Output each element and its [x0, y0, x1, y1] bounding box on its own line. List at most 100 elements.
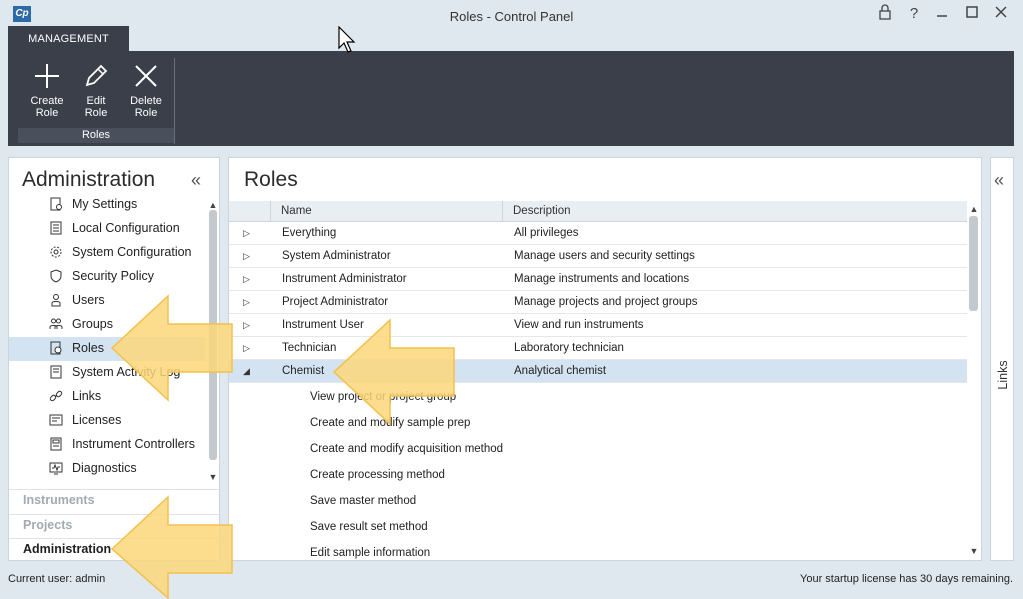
role-icon — [49, 341, 63, 355]
table-row[interactable]: ▷ System Administrator Manage users and … — [229, 245, 967, 268]
ribbon-group-separator — [174, 58, 175, 144]
scroll-down-icon[interactable]: ▼ — [207, 472, 219, 482]
x-icon — [135, 65, 157, 87]
expand-icon[interactable]: ▷ — [243, 245, 253, 268]
ribbon: Create Role Edit Role Delete Role Roles — [8, 51, 1014, 146]
role-name: Instrument Administrator — [282, 273, 407, 285]
double-chevron-left-icon[interactable]: « — [994, 170, 1004, 191]
sidebar-item-my-settings[interactable]: My Settings — [9, 193, 205, 217]
sidebar-item-system-configuration[interactable]: System Configuration — [9, 241, 205, 265]
role-description: Manage users and security settings — [514, 250, 695, 262]
diagnostics-icon — [49, 461, 63, 475]
sidebar-item-label: Groups — [72, 317, 113, 331]
collapse-icon[interactable]: ◢ — [243, 360, 253, 383]
sidebar-item-label: Licenses — [72, 413, 122, 427]
sidebar-item-licenses[interactable]: Licenses — [9, 409, 205, 433]
scroll-up-icon[interactable]: ▲ — [207, 200, 219, 210]
close-icon[interactable] — [989, 4, 1013, 24]
license-icon — [49, 413, 63, 427]
role-description: Analytical chemist — [514, 365, 607, 377]
page-title: Roles — [244, 168, 298, 191]
expand-icon[interactable]: ▷ — [243, 291, 253, 314]
table-row[interactable]: ▷ Project Administrator Manage projects … — [229, 291, 967, 314]
column-header-name[interactable]: Name — [281, 201, 312, 222]
role-name: Technician — [282, 342, 337, 354]
links-panel[interactable]: « Links — [990, 157, 1014, 561]
edit-role-button[interactable]: Edit Role — [73, 59, 119, 123]
role-description: Manage projects and project groups — [514, 296, 698, 308]
sidebar-item-label: Instrument Controllers — [72, 437, 195, 451]
settings-doc-icon — [49, 197, 63, 211]
sidebar-item-label: Diagnostics — [72, 461, 137, 475]
mouse-cursor-icon — [338, 26, 356, 53]
sidebar-item-local-configuration[interactable]: Local Configuration — [9, 217, 205, 241]
plus-icon — [35, 64, 59, 88]
highlight-arrow-icon — [110, 294, 233, 402]
sidebar-item-label: Users — [72, 293, 105, 307]
privilege-item: Save result set method — [310, 521, 428, 533]
edit-role-label-1: Edit — [86, 95, 106, 107]
lock-icon[interactable] — [873, 4, 897, 24]
maximize-icon[interactable] — [960, 4, 984, 24]
role-name: Everything — [282, 227, 337, 239]
role-description: Laboratory technician — [514, 342, 624, 354]
section-link: Instruments — [23, 493, 95, 507]
status-license: Your startup license has 30 days remaini… — [800, 573, 1013, 585]
column-header-description[interactable]: Description — [513, 201, 571, 222]
role-description: View and run instruments — [514, 319, 644, 331]
delete-role-button[interactable]: Delete Role — [123, 59, 169, 123]
gear-icon — [49, 245, 63, 259]
status-current-user: Current user: admin — [8, 573, 106, 585]
role-name: Project Administrator — [282, 296, 389, 308]
privilege-item: Edit sample information — [310, 547, 431, 559]
grid-scrollbar[interactable]: ▲ ▼ — [967, 201, 981, 559]
sidebar-title: Administration — [22, 168, 156, 191]
sidebar-item-label: Links — [72, 389, 102, 403]
role-name: Chemist — [282, 365, 325, 377]
highlight-arrow-icon — [332, 318, 455, 426]
window-title: Roles - Control Panel — [449, 9, 574, 24]
sidebar-item-label: My Settings — [72, 197, 138, 211]
section-link: Projects — [23, 518, 73, 532]
title-bar: Cp Roles - Control Panel ? — [0, 0, 1023, 28]
link-icon — [49, 389, 63, 403]
expand-icon[interactable]: ▷ — [243, 337, 253, 360]
scroll-down-icon[interactable]: ▼ — [967, 546, 981, 556]
ribbon-group-label: Roles — [18, 128, 174, 143]
log-icon — [49, 365, 63, 379]
role-description: Manage instruments and locations — [514, 273, 690, 285]
table-row[interactable]: ▷ Instrument Administrator Manage instru… — [229, 268, 967, 291]
role-name: System Administrator — [282, 250, 391, 262]
sidebar-item-label: Local Configuration — [72, 221, 180, 235]
section-link: Administration — [23, 542, 112, 556]
scrollbar-thumb[interactable] — [969, 216, 978, 311]
double-chevron-left-icon[interactable]: « — [191, 170, 201, 191]
column-separator — [270, 201, 271, 222]
user-icon — [49, 293, 63, 307]
grid-header: Name Description — [229, 201, 967, 222]
column-separator[interactable] — [502, 201, 503, 222]
help-icon[interactable]: ? — [902, 4, 926, 24]
links-panel-label: Links — [996, 360, 1010, 390]
table-row[interactable]: ▷ Everything All privileges — [229, 222, 967, 245]
sidebar-item-diagnostics[interactable]: Diagnostics — [9, 457, 205, 481]
sidebar-item-security-policy[interactable]: Security Policy — [9, 265, 205, 289]
sidebar-item-label: System Configuration — [72, 245, 192, 259]
group-icon — [49, 317, 63, 331]
delete-role-label-1: Delete — [130, 95, 162, 107]
minimize-icon[interactable] — [930, 4, 954, 24]
sidebar-item-label: Roles — [72, 341, 104, 355]
edit-role-label-2: Role — [84, 107, 108, 119]
sidebar-item-instrument-controllers[interactable]: Instrument Controllers — [9, 433, 205, 457]
tab-management[interactable]: MANAGEMENT — [8, 26, 129, 51]
expand-icon[interactable]: ▷ — [243, 222, 253, 245]
create-role-button[interactable]: Create Role — [24, 59, 70, 123]
sidebar-item-label: Security Policy — [72, 269, 154, 283]
privilege-item: Create and modify acquisition method — [310, 443, 504, 455]
expand-icon[interactable]: ▷ — [243, 268, 253, 291]
create-role-label-2: Role — [35, 107, 59, 119]
highlight-arrow-icon — [110, 495, 233, 599]
local-config-icon — [49, 221, 63, 235]
expand-icon[interactable]: ▷ — [243, 314, 253, 337]
scroll-up-icon[interactable]: ▲ — [967, 204, 981, 214]
